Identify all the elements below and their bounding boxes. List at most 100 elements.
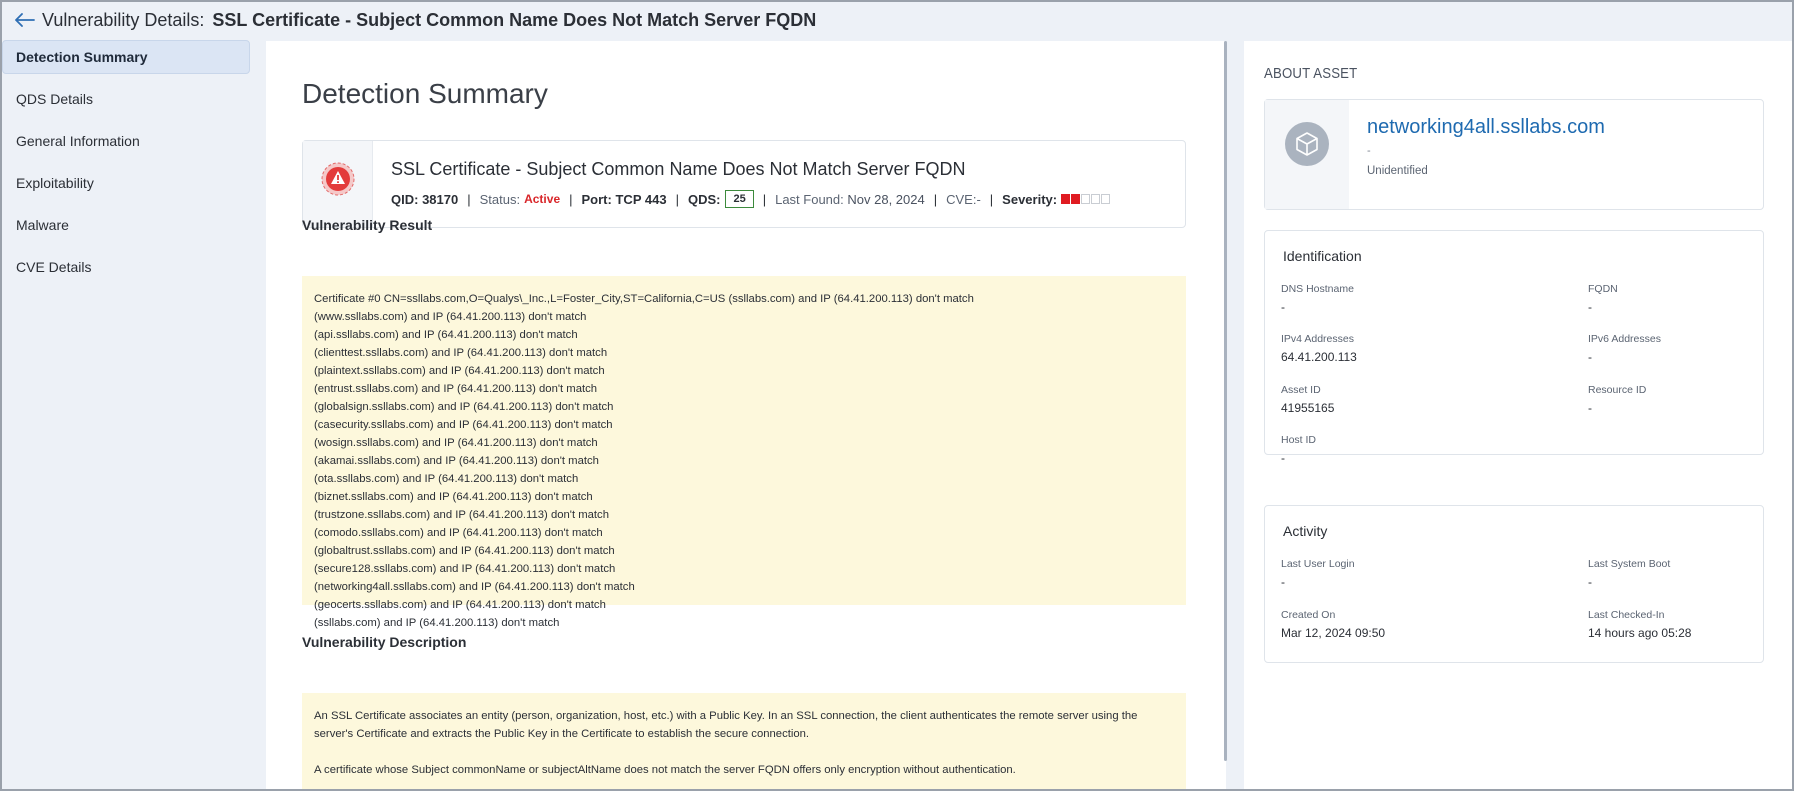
- result-line: (www.ssllabs.com) and IP (64.41.200.113)…: [314, 311, 587, 323]
- result-line: (globalsign.ssllabs.com) and IP (64.41.2…: [314, 401, 614, 413]
- severity-label: Severity:: [1002, 191, 1058, 207]
- about-asset-panel: ABOUT ASSET networking4all.ssllabs.com -…: [1244, 41, 1794, 791]
- asset-subtitle: -: [1367, 145, 1371, 157]
- result-line: (akamai.ssllabs.com) and IP (64.41.200.1…: [314, 455, 599, 467]
- asset-type: Unidentified: [1367, 165, 1428, 177]
- field-label: Asset ID: [1281, 384, 1321, 396]
- qid-label: QID:: [391, 191, 419, 207]
- result-line: (ota.ssllabs.com) and IP (64.41.200.113)…: [314, 473, 579, 485]
- field-value: -: [1281, 300, 1285, 314]
- qds-label: QDS:: [687, 191, 721, 207]
- page-title-prefix: Vulnerability Details:: [42, 9, 205, 30]
- cve-label: CVE:-: [946, 191, 981, 207]
- vulnerability-result-box: Certificate #0 CN=ssllabs.com,O=Qualys\_…: [302, 276, 1186, 629]
- field-ipv4-addresses: IPv4 Addresses 64.41.200.113: [1281, 333, 1357, 364]
- field-value: -: [1588, 300, 1592, 314]
- main-scrollbar[interactable]: [1224, 41, 1227, 761]
- field-value: -: [1588, 350, 1592, 364]
- result-line: Certificate #0 CN=ssllabs.com,O=Qualys\_…: [314, 293, 974, 305]
- warning-icon: [321, 162, 354, 196]
- result-line: (secure128.ssllabs.com) and IP (64.41.20…: [314, 563, 616, 575]
- sidebar-item-cve-details[interactable]: CVE Details: [2, 250, 250, 284]
- vulnerability-description-title: Vulnerability Description: [302, 634, 467, 650]
- qid-value: 38170: [422, 191, 459, 207]
- identification-title: Identification: [1283, 248, 1362, 264]
- asset-icon-container: [1265, 100, 1349, 209]
- field-created-on: Created On Mar 12, 2024 09:50: [1281, 609, 1385, 640]
- field-label: Last System Boot: [1588, 558, 1671, 570]
- result-line: (comodo.ssllabs.com) and IP (64.41.200.1…: [314, 527, 603, 539]
- result-line: (globaltrust.ssllabs.com) and IP (64.41.…: [314, 545, 615, 557]
- back-arrow-icon[interactable]: [14, 9, 36, 31]
- severity-square: [1071, 194, 1081, 204]
- field-fqdn: FQDN -: [1588, 283, 1618, 314]
- field-value: 64.41.200.113: [1281, 350, 1357, 364]
- result-line: (trustzone.ssllabs.com) and IP (64.41.20…: [314, 509, 609, 521]
- field-label: IPv4 Addresses: [1281, 333, 1354, 345]
- severity-square: [1101, 194, 1111, 204]
- field-label: Resource ID: [1588, 384, 1647, 396]
- page-title: SSL Certificate - Subject Common Name Do…: [212, 9, 817, 30]
- field-label: Host ID: [1281, 434, 1317, 446]
- vulnerability-meta: QID: 38170 | Status: Active | Port: TCP …: [391, 190, 1111, 208]
- cube-icon: [1285, 122, 1329, 166]
- sidebar-item-detection-summary[interactable]: Detection Summary: [2, 40, 250, 74]
- vulnerability-description-box: An SSL Certificate associates an entity …: [302, 693, 1186, 791]
- result-line: (api.ssllabs.com) and IP (64.41.200.113)…: [314, 329, 578, 341]
- identification-card: Identification DNS Hostname - FQDN - IPv…: [1264, 230, 1764, 465]
- sidebar-nav: Detection Summary QDS Details General In…: [2, 40, 250, 292]
- asset-name-link[interactable]: networking4all.ssllabs.com: [1367, 116, 1605, 139]
- port-label: Port:: [581, 191, 612, 207]
- field-value: -: [1588, 575, 1592, 589]
- sidebar-item-exploitability[interactable]: Exploitability: [2, 166, 250, 200]
- field-host-id: Host ID -: [1281, 434, 1316, 465]
- last-found-value: Nov 28, 2024: [847, 191, 925, 207]
- field-label: IPv6 Addresses: [1588, 333, 1661, 345]
- field-label: Last User Login: [1281, 558, 1355, 570]
- description-paragraph: An SSL Certificate associates an entity …: [314, 710, 1138, 740]
- result-line: (geocerts.ssllabs.com) and IP (64.41.200…: [314, 599, 606, 611]
- result-line: (ssllabs.com) and IP (64.41.200.113) don…: [314, 617, 560, 629]
- vulnerability-icon-container: [303, 141, 373, 227]
- asset-card: networking4all.ssllabs.com - Unidentifie…: [1264, 99, 1764, 210]
- field-label: Last Checked-In: [1588, 609, 1665, 621]
- field-value: Mar 12, 2024 09:50: [1281, 626, 1386, 640]
- status-label: Status:: [479, 191, 521, 207]
- vulnerability-card: SSL Certificate - Subject Common Name Do…: [302, 140, 1186, 228]
- severity-square: [1091, 194, 1101, 204]
- field-last-system-boot: Last System Boot -: [1588, 558, 1670, 589]
- severity-square: [1081, 194, 1091, 204]
- result-line: (wosign.ssllabs.com) and IP (64.41.200.1…: [314, 437, 598, 449]
- port-value: TCP 443: [615, 191, 667, 207]
- sidebar-item-general-information[interactable]: General Information: [2, 124, 250, 158]
- field-resource-id: Resource ID -: [1588, 384, 1646, 415]
- vulnerability-result-title: Vulnerability Result: [302, 217, 433, 233]
- qds-badge[interactable]: 25: [725, 190, 754, 208]
- field-label: Created On: [1281, 609, 1336, 621]
- last-found-label: Last Found:: [775, 191, 844, 207]
- result-line: (plaintext.ssllabs.com) and IP (64.41.20…: [314, 365, 605, 377]
- field-last-user-login: Last User Login -: [1281, 558, 1355, 589]
- result-line: (networking4all.ssllabs.com) and IP (64.…: [314, 581, 635, 593]
- field-value: -: [1281, 451, 1285, 465]
- severity-indicator: [1061, 194, 1111, 204]
- field-value: -: [1281, 575, 1285, 589]
- field-value: -: [1588, 401, 1592, 415]
- result-line: (casecurity.ssllabs.com) and IP (64.41.2…: [314, 419, 613, 431]
- activity-card: Activity Last User Login - Last System B…: [1264, 505, 1764, 663]
- sidebar-item-qds-details[interactable]: QDS Details: [2, 82, 250, 116]
- result-line: (biznet.ssllabs.com) and IP (64.41.200.1…: [314, 491, 593, 503]
- description-paragraph: A certificate whose Subject commonName o…: [314, 764, 1016, 776]
- field-label: DNS Hostname: [1281, 283, 1354, 295]
- severity-square: [1061, 194, 1071, 204]
- field-dns-hostname: DNS Hostname -: [1281, 283, 1354, 314]
- sidebar-item-malware[interactable]: Malware: [2, 208, 250, 242]
- vulnerability-title: SSL Certificate - Subject Common Name Do…: [391, 159, 966, 179]
- field-asset-id: Asset ID 41955165: [1281, 384, 1334, 415]
- field-value: 14 hours ago 05:28: [1588, 626, 1692, 640]
- field-ipv6-addresses: IPv6 Addresses -: [1588, 333, 1661, 364]
- field-last-checked-in: Last Checked-In 14 hours ago 05:28: [1588, 609, 1691, 640]
- result-line: (entrust.ssllabs.com) and IP (64.41.200.…: [314, 383, 598, 395]
- top-bar: Vulnerability Details: SSL Certificate -…: [0, 0, 1794, 40]
- status-badge: Active: [524, 192, 561, 206]
